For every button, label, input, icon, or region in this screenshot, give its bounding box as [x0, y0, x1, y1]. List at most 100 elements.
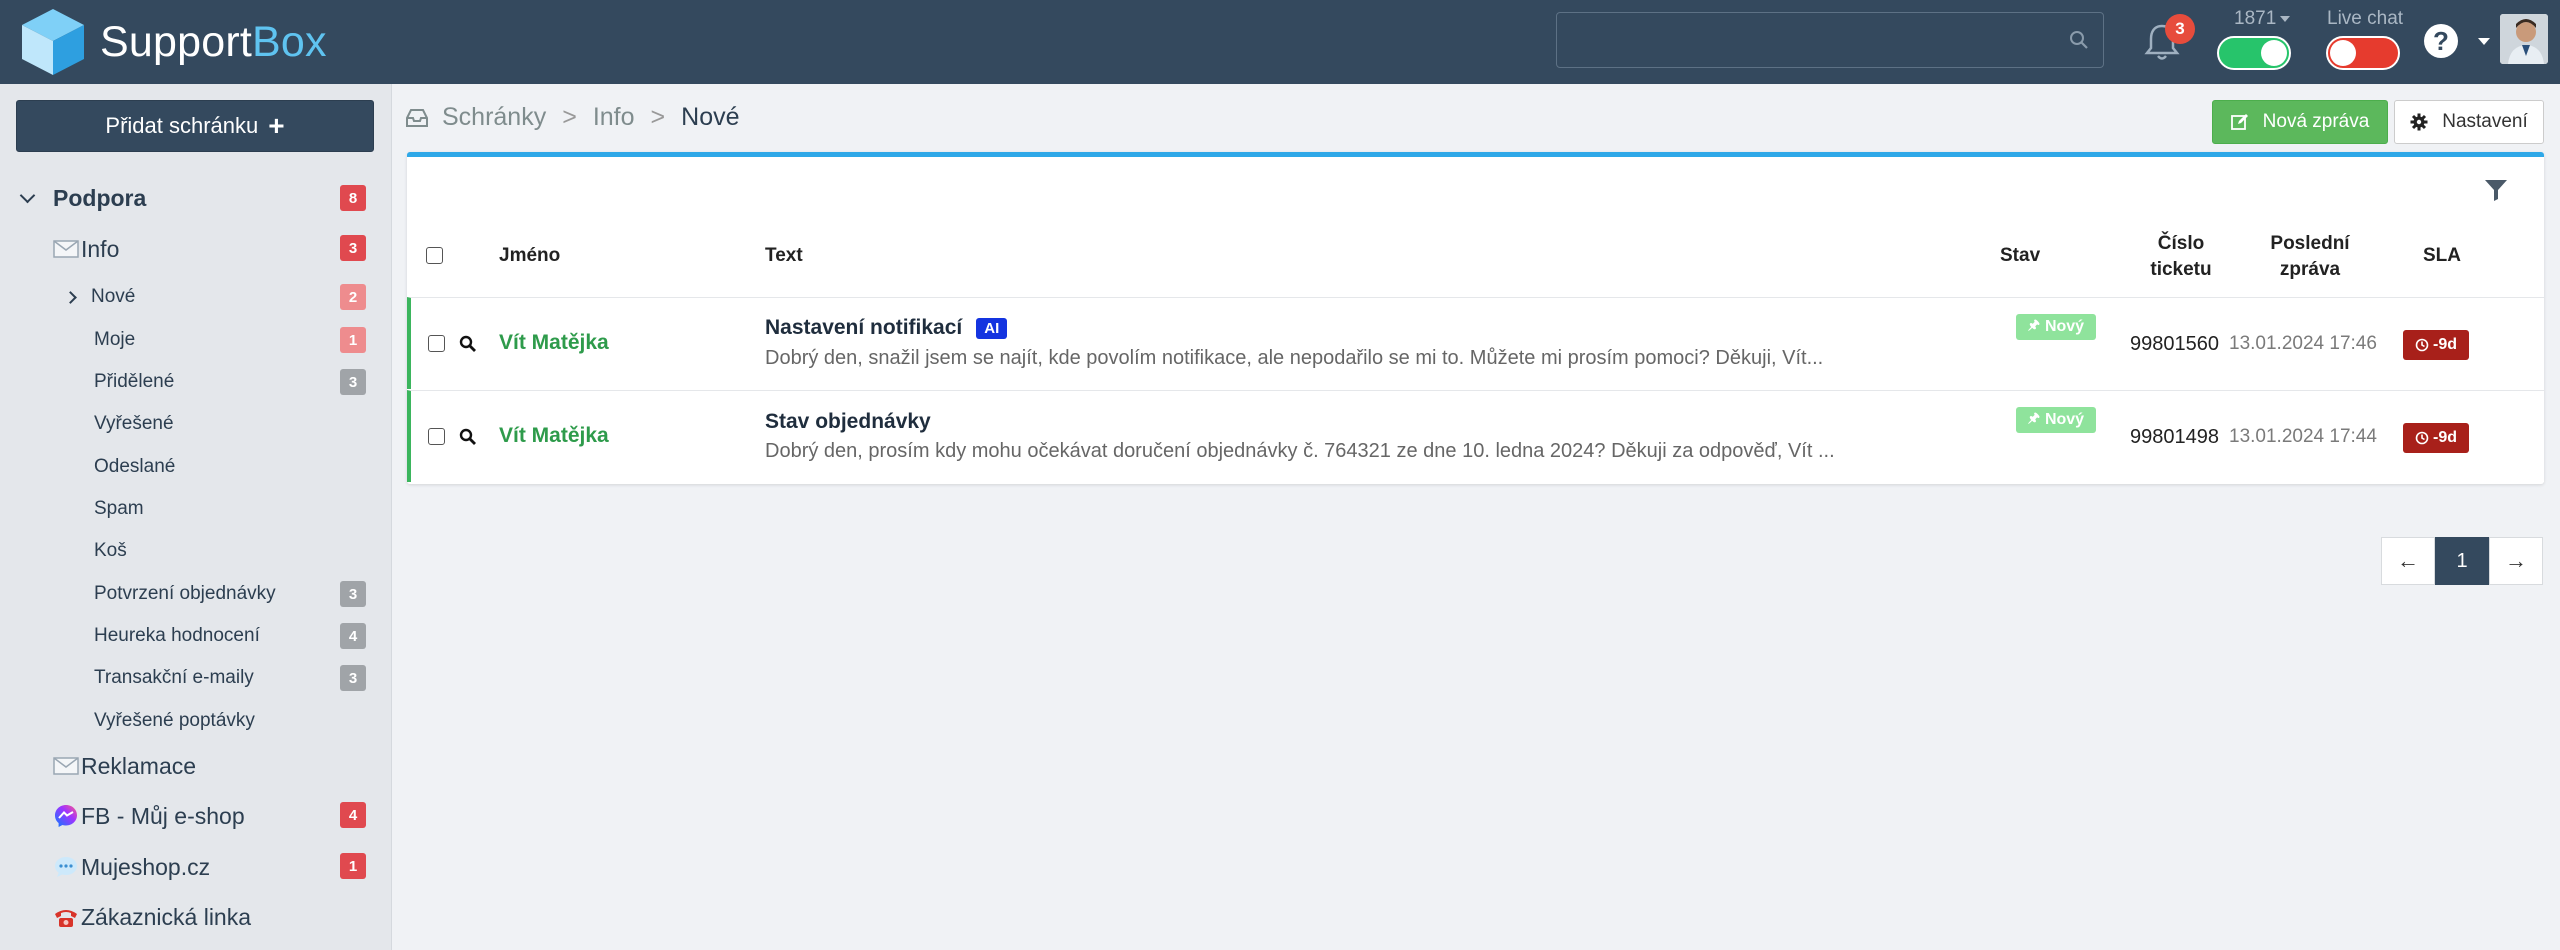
- sidebar-folder-heureka-hodnoceni[interactable]: Heureka hodnocení: [94, 624, 260, 648]
- sidebar-folder-odeslane[interactable]: Odeslané: [94, 455, 175, 479]
- breadcrumb-schranky[interactable]: Schránky: [442, 103, 546, 132]
- breadcrumb: Schránky > Info > Nové: [406, 103, 740, 132]
- gear-icon: [2410, 113, 2428, 131]
- table-row[interactable]: [407, 390, 2544, 482]
- ticket-snippet: Dobrý den, prosím kdy mohu očekávat doru…: [765, 440, 1835, 462]
- phone-icon: [55, 910, 77, 927]
- pagination-next-button[interactable]: →: [2489, 537, 2543, 585]
- help-icon[interactable]: ?: [2424, 24, 2458, 58]
- select-all-checkbox[interactable]: [426, 247, 443, 264]
- ticket-subject-text: Nastavení notifikací: [765, 316, 963, 339]
- magnifier-icon[interactable]: [459, 428, 477, 446]
- counter-dropdown[interactable]: 1871: [2234, 8, 2291, 30]
- clock-icon: [2415, 338, 2429, 352]
- sidebar-inbox-mujeshop[interactable]: Mujeshop.cz: [53, 852, 210, 882]
- magnifier-icon[interactable]: [459, 335, 477, 353]
- contact-name[interactable]: Vít Matějka: [499, 424, 609, 448]
- status-badge: 🖈 Nový: [2016, 407, 2096, 433]
- count-badge: 8: [340, 185, 366, 211]
- ticket-number: 99801498: [2130, 426, 2219, 448]
- ticket-subject[interactable]: Nastavení notifikací AI: [765, 316, 1008, 340]
- sidebar-folder-vyresene[interactable]: Vyřešené: [94, 412, 174, 436]
- clock-icon: [2415, 431, 2429, 445]
- pagination-page-button[interactable]: 1: [2435, 537, 2489, 585]
- count-badge: 4: [340, 623, 366, 649]
- sidebar-folder-label: Spam: [94, 498, 144, 519]
- sidebar-folder-label: Potvrzení objednávky: [94, 583, 276, 604]
- sidebar-folder-label: Nové: [91, 286, 136, 307]
- notification-count-badge[interactable]: 3: [2165, 14, 2195, 44]
- sidebar-inbox-fb[interactable]: FB - Můj e-shop: [53, 801, 245, 831]
- envelope-icon: [53, 757, 79, 775]
- add-inbox-button[interactable]: Přidat schránku +: [16, 100, 374, 152]
- breadcrumb-current: Nové: [681, 103, 740, 131]
- user-photo-icon: [2500, 14, 2548, 64]
- column-header-ticket-line2: ticketu: [2150, 259, 2212, 280]
- sidebar-folder-transakcni-emaily[interactable]: Transakční e-maily: [94, 666, 254, 690]
- status-badge: 🖈 Nový: [2016, 314, 2096, 340]
- last-message-date: 13.01.2024 17:46: [2229, 333, 2377, 354]
- sidebar-inbox-label: FB - Můj e-shop: [81, 802, 245, 829]
- plus-icon: +: [268, 110, 285, 141]
- pagination: ← 1 →: [2381, 537, 2543, 585]
- sla-badge: -9d: [2403, 423, 2469, 453]
- user-menu-caret-icon[interactable]: [2478, 38, 2490, 45]
- pagination-prev-button[interactable]: ←: [2381, 537, 2435, 585]
- sidebar-group-podpora[interactable]: Podpora: [19, 183, 146, 213]
- row-checkbox[interactable]: [428, 428, 445, 445]
- sidebar-folder-label: Přidělené: [94, 371, 175, 392]
- sidebar-folder-vyresene-poptavky[interactable]: Vyřešené poptávky: [94, 709, 255, 733]
- livechat-toggle[interactable]: [2326, 36, 2400, 70]
- sidebar-inbox-label: Zákaznická linka: [81, 903, 252, 930]
- logo[interactable]: SupportBox: [20, 6, 327, 78]
- count-badge: 2: [340, 284, 366, 310]
- new-message-button[interactable]: Nová zpráva: [2212, 100, 2388, 144]
- sidebar-folder-label: Moje: [94, 329, 136, 350]
- column-header-name[interactable]: Jméno: [499, 245, 560, 267]
- last-message-date: 13.01.2024 17:44: [2229, 426, 2377, 447]
- row-checkbox[interactable]: [428, 335, 445, 352]
- count-badge: 4: [340, 802, 366, 828]
- chat-bubble-icon: [55, 857, 77, 877]
- sidebar-inbox-label: Reklamace: [81, 752, 197, 779]
- sidebar-inbox-reklamace[interactable]: Reklamace: [53, 751, 196, 781]
- column-header-last-line1: Poslední: [2270, 233, 2350, 254]
- logo-text: SupportBox: [100, 17, 327, 66]
- column-header-sla[interactable]: SLA: [2423, 245, 2461, 267]
- breadcrumb-info[interactable]: Info: [593, 103, 635, 132]
- sidebar-folder-pridelene[interactable]: Přidělené: [94, 370, 174, 394]
- search-input[interactable]: [1556, 12, 2104, 68]
- settings-button[interactable]: Nastavení: [2394, 100, 2544, 144]
- sidebar-folder-nove[interactable]: Nové: [64, 285, 136, 309]
- column-header-status[interactable]: Stav: [2000, 245, 2040, 267]
- sidebar-folder-kos[interactable]: Koš: [94, 539, 127, 563]
- column-header-ticket[interactable]: Číslo ticketu: [2136, 231, 2226, 283]
- pin-icon: 🖈: [2027, 317, 2040, 332]
- column-header-text[interactable]: Text: [765, 245, 803, 267]
- sidebar-folder-label: Heureka hodnocení: [94, 625, 260, 646]
- breadcrumb-separator: >: [650, 103, 666, 131]
- ticket-subject[interactable]: Stav objednávky: [765, 410, 931, 434]
- sidebar-folder-moje[interactable]: Moje: [94, 328, 135, 352]
- avatar[interactable]: [2500, 14, 2548, 64]
- filter-icon[interactable]: [2484, 178, 2508, 202]
- chevron-down-icon: [19, 187, 36, 203]
- availability-toggle[interactable]: [2217, 36, 2291, 70]
- edit-icon: [2230, 114, 2248, 130]
- messenger-icon: [55, 805, 77, 827]
- table-row[interactable]: [407, 297, 2544, 389]
- column-header-ticket-line1: Číslo: [2157, 233, 2205, 254]
- sla-label: -9d: [2433, 429, 2457, 446]
- contact-name[interactable]: Vít Matějka: [499, 331, 609, 355]
- sidebar-folder-potvrzeni-objednavky[interactable]: Potvrzení objednávky: [94, 582, 276, 606]
- chevron-right-icon: [64, 290, 77, 304]
- sidebar-inbox-label: Info: [81, 235, 120, 262]
- count-badge: 3: [340, 665, 366, 691]
- column-header-last-message[interactable]: Poslední zpráva: [2260, 231, 2360, 283]
- sla-label: -9d: [2433, 336, 2457, 353]
- sidebar-inbox-info[interactable]: Info: [53, 234, 119, 264]
- sidebar-inbox-zakaznicka-linka[interactable]: Zákaznická linka: [53, 902, 251, 932]
- sidebar-folder-spam[interactable]: Spam: [94, 497, 144, 521]
- top-bar: SupportBox 3 1871 Live chat ?: [0, 0, 2560, 84]
- search-icon[interactable]: [2069, 30, 2089, 50]
